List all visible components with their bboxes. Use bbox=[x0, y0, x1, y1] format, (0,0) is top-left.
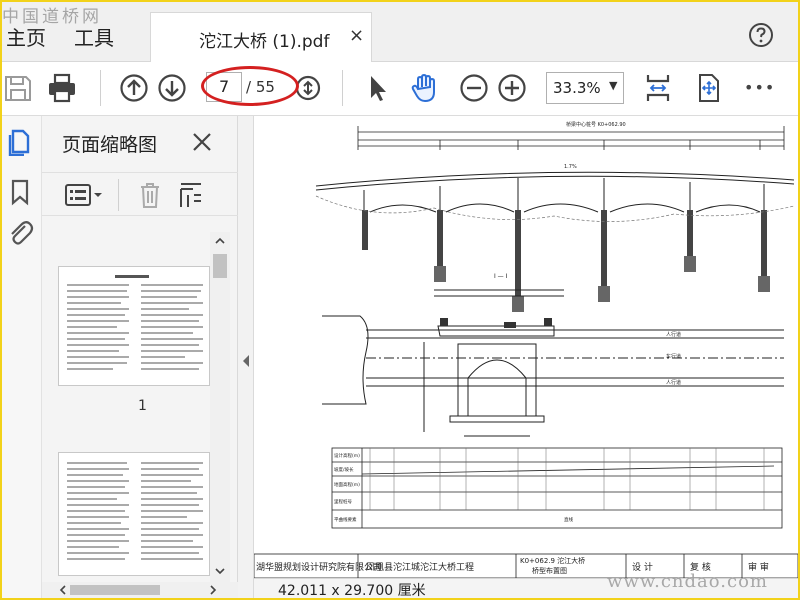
previous-page-icon[interactable] bbox=[118, 72, 150, 104]
panel-toolbar bbox=[42, 172, 238, 216]
page-thumbnail-preview bbox=[67, 275, 203, 370]
table-row-label: 里程桩号 bbox=[334, 498, 352, 505]
table-row-label: 坡度/坡长 bbox=[334, 466, 354, 473]
watermark-bottom-right: www.cndao.com bbox=[607, 571, 768, 592]
red-annotation-ellipse bbox=[201, 66, 299, 106]
document-view[interactable]: 桥梁中心桩号 K0+062.90 1.7% I — I 人行道 车行道 人行道 … bbox=[254, 116, 798, 598]
close-panel-icon[interactable] bbox=[190, 130, 214, 154]
thumbnail-label: 1 bbox=[138, 398, 147, 414]
more-options-icon[interactable]: ••• bbox=[744, 78, 775, 97]
scrollbar-thumb[interactable] bbox=[213, 254, 227, 278]
table-row-label: 地面高程(m) bbox=[334, 481, 360, 488]
table-row-label: 平曲线要素 bbox=[334, 516, 357, 523]
help-icon[interactable] bbox=[748, 22, 774, 48]
select-cursor-icon[interactable] bbox=[362, 72, 394, 104]
attachment-icon[interactable] bbox=[6, 218, 34, 246]
app-window: 中国道桥网 主页 工具 沱江大桥 (1).pdf × 7 / 55 33.3% … bbox=[2, 2, 798, 598]
bridge-drawing: 桥梁中心桩号 K0+062.90 1.7% I — I 人行道 车行道 人行道 … bbox=[254, 121, 798, 579]
page-thumbnail-preview bbox=[67, 462, 203, 560]
page-thumbnail-2[interactable] bbox=[58, 452, 210, 576]
panel-separator bbox=[118, 179, 119, 211]
thumbnails-panel: 页面缩略图 1 bbox=[42, 116, 238, 598]
print-icon[interactable] bbox=[46, 72, 78, 104]
scroll-left-icon[interactable] bbox=[58, 585, 68, 595]
thumbnail-options-icon[interactable] bbox=[64, 183, 104, 207]
table-note: 直线 bbox=[564, 516, 573, 523]
toolbar: 7 / 55 33.3% ▼ ••• bbox=[2, 62, 798, 116]
title-block-drawing-no: K0+062.9 沱江大桥 bbox=[520, 557, 586, 565]
zoom-value: 33.3% bbox=[553, 79, 601, 97]
scrollbar-thumb[interactable] bbox=[70, 585, 160, 595]
tab-bar: 主页 工具 沱江大桥 (1).pdf × bbox=[2, 2, 798, 62]
slope-label: 1.7% bbox=[564, 164, 577, 170]
full-screen-icon[interactable] bbox=[692, 72, 724, 104]
document-tab-title: 沱江大桥 (1).pdf bbox=[199, 32, 330, 52]
table-row-label: 设计高程(m) bbox=[334, 452, 360, 459]
thumbnails-vertical-scrollbar[interactable] bbox=[210, 232, 230, 582]
watermark-top-left: 中国道桥网 bbox=[2, 7, 102, 27]
panel-title: 页面缩略图 bbox=[62, 134, 158, 156]
page-size-label: 42.011 x 29.700 厘米 bbox=[278, 583, 426, 598]
scroll-down-icon[interactable] bbox=[215, 566, 225, 576]
toolbar-separator bbox=[100, 70, 101, 106]
zoom-in-icon[interactable] bbox=[496, 72, 528, 104]
page-thumbnail-1[interactable] bbox=[58, 266, 210, 386]
collapse-arrow-icon[interactable] bbox=[241, 354, 251, 368]
left-rail bbox=[2, 116, 42, 598]
hand-tool-icon[interactable] bbox=[408, 72, 440, 104]
save-icon[interactable] bbox=[2, 72, 34, 104]
zoom-select[interactable]: 33.3% ▼ bbox=[546, 72, 624, 104]
title-block-institute: 湖华盟规划设计研究院有限公司 bbox=[256, 563, 383, 573]
section-label: I — I bbox=[494, 273, 508, 280]
panel-collapse-handle[interactable] bbox=[238, 116, 254, 598]
walkway-label-bottom: 人行道 bbox=[666, 379, 681, 386]
page-thumbnails-icon[interactable] bbox=[6, 128, 34, 156]
zoom-out-icon[interactable] bbox=[458, 72, 490, 104]
next-page-icon[interactable] bbox=[156, 72, 188, 104]
scroll-right-icon[interactable] bbox=[208, 585, 218, 595]
pdf-page: 桥梁中心桩号 K0+062.90 1.7% I — I 人行道 车行道 人行道 … bbox=[254, 116, 798, 579]
top-station-label: 桥梁中心桩号 K0+062.90 bbox=[566, 121, 626, 128]
carriageway-label: 车行道 bbox=[666, 353, 681, 360]
walkway-label-top: 人行道 bbox=[666, 331, 681, 338]
insert-page-icon[interactable] bbox=[178, 181, 204, 209]
close-tab-icon[interactable]: × bbox=[349, 25, 364, 46]
thumbnails-horizontal-scrollbar[interactable] bbox=[42, 582, 238, 598]
title-block-drawing-name: 桥型布置图 bbox=[532, 567, 567, 575]
toolbar-separator bbox=[342, 70, 343, 106]
fit-page-icon[interactable] bbox=[642, 72, 674, 104]
scroll-up-icon[interactable] bbox=[215, 236, 225, 246]
title-block-project: 凤凰县沱江城沱江大桥工程 bbox=[366, 563, 475, 573]
chevron-down-icon: ▼ bbox=[609, 79, 618, 92]
delete-page-icon[interactable] bbox=[138, 181, 162, 209]
document-tab[interactable]: 沱江大桥 (1).pdf × bbox=[150, 12, 372, 62]
scroll-mode-icon[interactable] bbox=[294, 72, 326, 104]
bookmark-icon[interactable] bbox=[6, 178, 34, 206]
